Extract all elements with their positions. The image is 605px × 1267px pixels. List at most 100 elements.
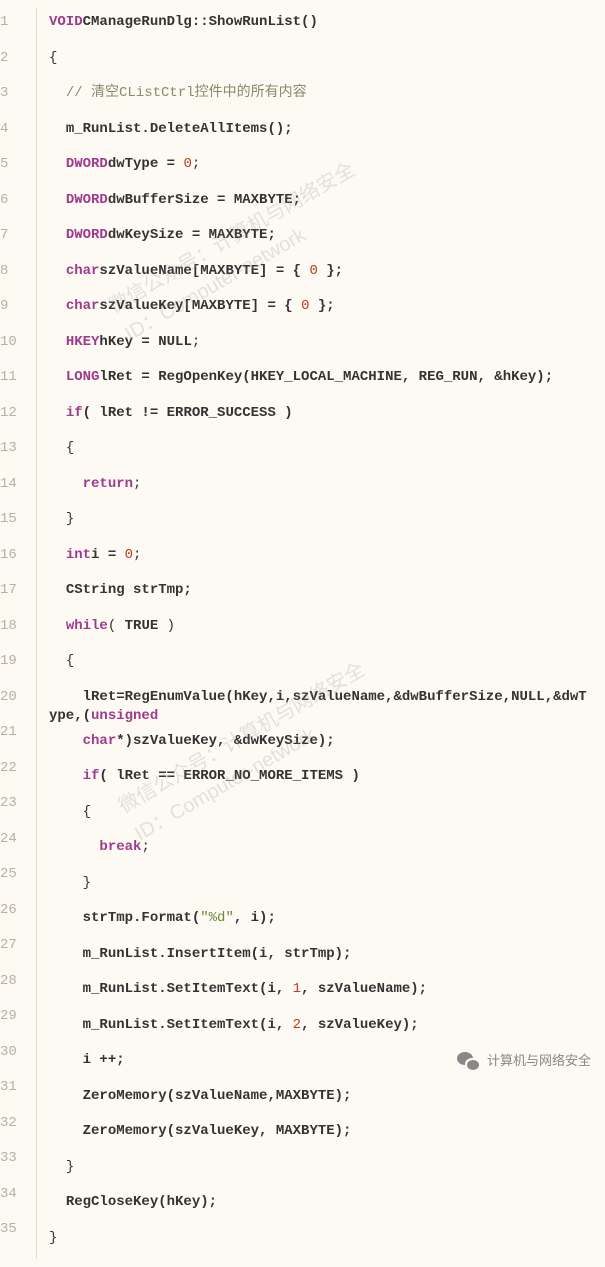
code-line: DWORDdwKeySize = MAXBYTE; xyxy=(49,221,595,257)
token-comment: // 清空CListCtrl控件中的所有内容 xyxy=(66,85,307,101)
token-punc: } xyxy=(66,511,74,527)
code-line: { xyxy=(49,44,595,80)
token-punc: ; xyxy=(192,156,200,172)
token-num: 0 xyxy=(183,156,191,172)
token-num: 0 xyxy=(309,263,317,279)
code-line: m_RunList.InsertItem(i, strTmp); xyxy=(49,940,595,976)
token-type: VOID xyxy=(49,14,83,30)
line-number: 26 xyxy=(0,896,28,932)
code-line: { xyxy=(49,798,595,834)
footer-text: 计算机与网络安全 xyxy=(487,1052,591,1070)
code-line: m_RunList.SetItemText(i, 2, szValueKey); xyxy=(49,1011,595,1047)
line-number: 13 xyxy=(0,434,28,470)
line-number: 18 xyxy=(0,612,28,648)
line-number: 15 xyxy=(0,505,28,541)
token-ident: ( lRet != ERROR_SUCCESS ) xyxy=(83,405,293,421)
token-str: "%d" xyxy=(200,910,234,926)
line-number: 20 xyxy=(0,683,28,719)
line-number: 30 xyxy=(0,1038,28,1074)
code-line: { xyxy=(49,434,595,470)
token-type: unsigned xyxy=(91,708,158,724)
token-ident: }; xyxy=(318,263,343,279)
line-number: 2 xyxy=(0,44,28,80)
token-num: 2 xyxy=(293,1017,301,1033)
code-line: strTmp.Format("%d", i); xyxy=(49,904,595,940)
line-number: 6 xyxy=(0,186,28,222)
token-const: NULL xyxy=(158,334,192,350)
line-number: 1 xyxy=(0,8,28,44)
line-number: 23 xyxy=(0,789,28,825)
code-line: } xyxy=(49,1153,595,1189)
code-line: charszValueKey[MAXBYTE] = { 0 }; xyxy=(49,292,595,328)
code-line: } xyxy=(49,869,595,905)
token-type: char xyxy=(66,298,100,314)
line-number: 10 xyxy=(0,328,28,364)
code-line: char*)szValueKey, &dwKeySize); xyxy=(49,727,595,763)
token-punc: ; xyxy=(133,476,141,492)
code-line: if( lRet != ERROR_SUCCESS ) xyxy=(49,399,595,435)
token-punc: ; xyxy=(141,839,149,855)
token-punc: { xyxy=(83,804,91,820)
code-line: { xyxy=(49,647,595,683)
token-ident: , szValueName); xyxy=(301,981,427,997)
code-line: } xyxy=(49,1224,595,1260)
line-number: 8 xyxy=(0,257,28,293)
line-number: 17 xyxy=(0,576,28,612)
token-ident: ( lRet == ERROR_NO_MORE_ITEMS ) xyxy=(99,768,359,784)
token-punc: { xyxy=(49,50,57,66)
token-kw: if xyxy=(83,768,100,784)
token-ident: szValueName[MAXBYTE] = { xyxy=(99,263,309,279)
token-ident: i ++; xyxy=(83,1052,125,1068)
token-punc: ; xyxy=(133,547,141,563)
token-type: char xyxy=(66,263,100,279)
token-ident: dwType = xyxy=(108,156,184,172)
token-ident: lRet=RegEnumValue(hKey,i,szValueName,&dw… xyxy=(83,689,511,705)
code-line: LONGlRet = RegOpenKey(HKEY_LOCAL_MACHINE… xyxy=(49,363,595,399)
token-kw: while xyxy=(66,618,108,634)
token-ident: m_RunList.InsertItem(i, strTmp); xyxy=(83,946,352,962)
line-number: 21 xyxy=(0,718,28,754)
line-number: 28 xyxy=(0,967,28,1003)
token-punc: ( xyxy=(108,618,125,634)
line-number: 4 xyxy=(0,115,28,151)
line-number: 32 xyxy=(0,1109,28,1145)
token-ident: dwBufferSize = MAXBYTE; xyxy=(108,192,301,208)
line-number: 24 xyxy=(0,825,28,861)
token-ident: m_RunList.SetItemText(i, xyxy=(83,981,293,997)
token-ident: CManageRunDlg::ShowRunList() xyxy=(83,14,318,30)
token-const: NULL xyxy=(511,689,545,705)
code-line: m_RunList.DeleteAllItems(); xyxy=(49,115,595,151)
line-number: 31 xyxy=(0,1073,28,1109)
code-line: lRet=RegEnumValue(hKey,i,szValueName,&dw… xyxy=(49,683,595,727)
code-line: CString strTmp; xyxy=(49,576,595,612)
code-line: DWORDdwBufferSize = MAXBYTE; xyxy=(49,186,595,222)
code-line: DWORDdwType = 0; xyxy=(49,150,595,186)
code-line: if( lRet == ERROR_NO_MORE_ITEMS ) xyxy=(49,762,595,798)
token-ident: lRet = RegOpenKey(HKEY_LOCAL_MACHINE, RE… xyxy=(99,369,553,385)
footer: 计算机与网络安全 xyxy=(457,1052,591,1070)
code-block: 1234567891011121314151617181920212223242… xyxy=(0,0,605,1267)
token-kw: break xyxy=(99,839,141,855)
line-number: 25 xyxy=(0,860,28,896)
code-line: RegCloseKey(hKey); xyxy=(49,1188,595,1224)
token-punc: ; xyxy=(192,334,200,350)
token-ident: }; xyxy=(309,298,334,314)
token-ident: , i); xyxy=(234,910,276,926)
line-number: 5 xyxy=(0,150,28,186)
token-punc: } xyxy=(83,875,91,891)
token-type: int xyxy=(66,547,91,563)
line-number: 29 xyxy=(0,1002,28,1038)
code-line: ZeroMemory(szValueKey, MAXBYTE); xyxy=(49,1117,595,1153)
line-number-gutter: 1234567891011121314151617181920212223242… xyxy=(0,8,36,1259)
token-punc: } xyxy=(66,1159,74,1175)
token-const: TRUE xyxy=(125,618,159,634)
line-number: 11 xyxy=(0,363,28,399)
token-kw: return xyxy=(83,476,133,492)
code-content: VOIDCManageRunDlg::ShowRunList(){ // 清空C… xyxy=(37,8,605,1259)
code-line: while( TRUE ) xyxy=(49,612,595,648)
code-line: m_RunList.SetItemText(i, 1, szValueName)… xyxy=(49,975,595,1011)
line-number: 22 xyxy=(0,754,28,790)
token-type: char xyxy=(83,733,117,749)
line-number: 7 xyxy=(0,221,28,257)
token-ident: i = xyxy=(91,547,125,563)
